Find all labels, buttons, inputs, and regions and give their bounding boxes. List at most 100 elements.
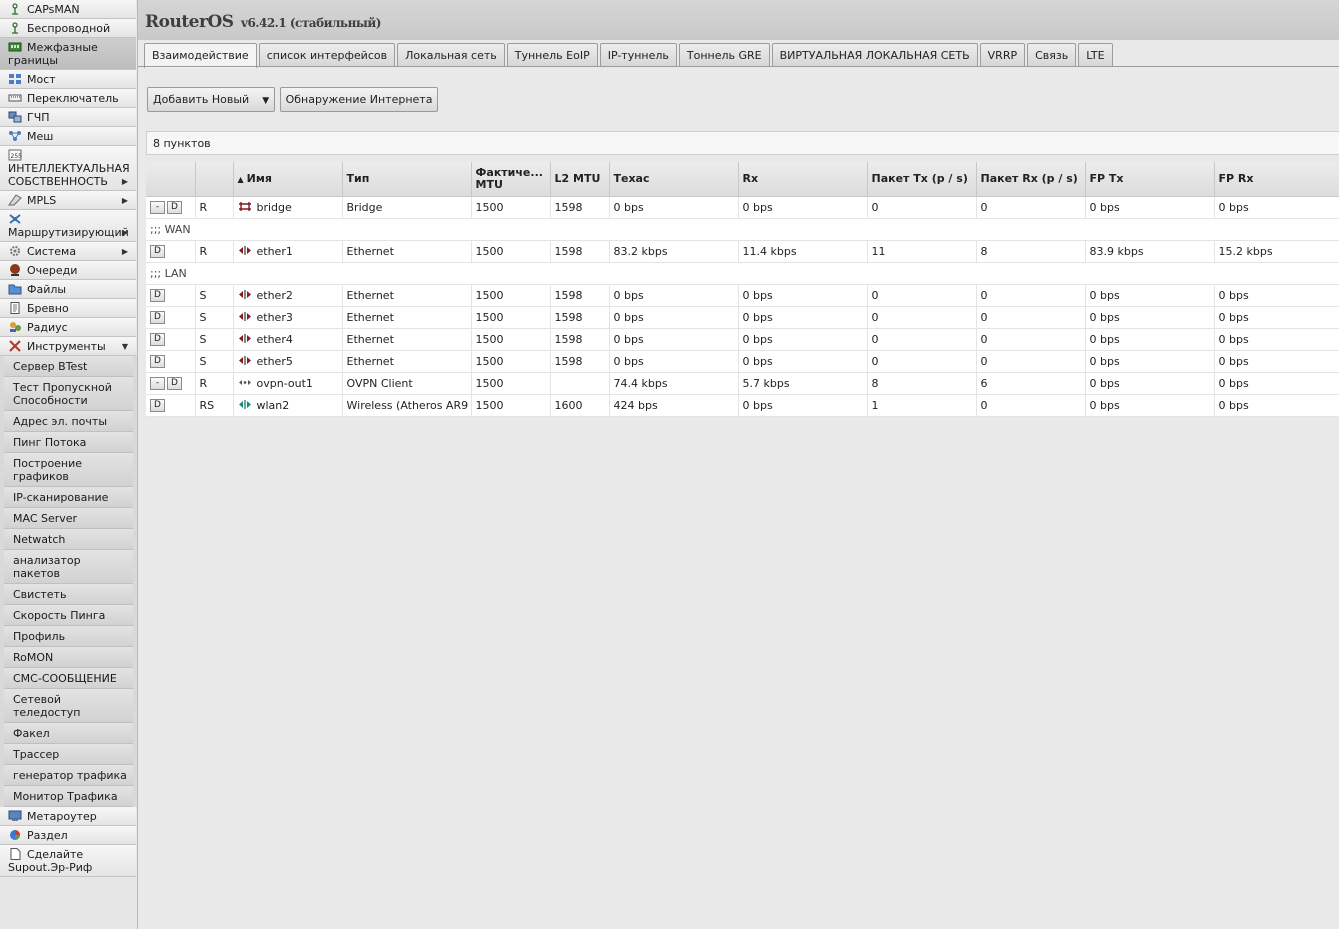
table-row[interactable]: - D Rovpn-out1 OVPN Client 1500 74.4 kbps 5.7 … (146, 372, 1339, 395)
tab-0[interactable]: Взаимодействие (144, 43, 257, 68)
column-header[interactable]: L2 MTU (550, 162, 610, 197)
disable-button[interactable]: - (150, 377, 165, 391)
column-header[interactable]: Пакет Rx (p / s) (976, 162, 1086, 197)
sidebar-item-13[interactable]: Бревно (0, 299, 136, 318)
tools-submenu-item[interactable]: Скорость Пинга (4, 605, 133, 626)
sidebar-item-label: MPLS (27, 194, 57, 207)
tools-submenu-item[interactable]: Трассер (4, 744, 133, 765)
tools-submenu-item[interactable]: Построение графиков (4, 453, 133, 487)
table-row[interactable]: D Rether1 Ethernet 1500 1598 83.2 kbps 11.4 kb… (146, 240, 1339, 263)
name-cell[interactable]: ovpn-out1 (233, 372, 343, 395)
tools-submenu-item[interactable]: анализатор пакетов (4, 550, 133, 584)
expand-right-icon[interactable]: ▶ (122, 226, 128, 239)
name-cell[interactable]: ether2 (233, 284, 343, 307)
tools-submenu-item[interactable]: генератор трафика (4, 765, 133, 786)
tools-submenu-item[interactable]: Тест Пропускной Способности (4, 377, 133, 411)
interfaces-table: ▲ Имя Тип Фактиче... MTU L2 MTU Техас Rx Пакет … (146, 162, 1339, 417)
sidebar-item-15[interactable]: Инструменты ▼ (0, 337, 136, 356)
column-header[interactable]: FP Tx (1085, 162, 1215, 197)
delete-button[interactable]: D (150, 355, 165, 369)
tools-submenu-item[interactable]: Сетевой теледоступ (4, 689, 133, 723)
expand-right-icon[interactable]: ▶ (122, 175, 128, 188)
tab-6[interactable]: ВИРТУАЛЬНАЯ ЛОКАЛЬНАЯ СЕТЬ (771, 43, 978, 67)
name-cell[interactable]: wlan2 (233, 394, 343, 417)
table-row[interactable]: D RS wlan2 Wireless (Atheros AR9 1500 1600 424… (146, 394, 1339, 417)
sidebar-bottom-item-0[interactable]: Метароутер (0, 807, 136, 826)
tools-submenu-item[interactable]: IP-сканирование (4, 487, 133, 508)
detect-internet-button[interactable]: Обнаружение Интернета (279, 87, 439, 112)
table-row[interactable]: D Sether5 Ethernet 1500 1598 0 bps 0 bps 0 0 0 bp… (146, 350, 1339, 373)
tab-3[interactable]: Туннель EoIP (506, 43, 598, 67)
tab-5[interactable]: Тоннель GRE (678, 43, 770, 67)
chevron-down-icon[interactable]: ▼ (262, 96, 269, 106)
delete-button[interactable]: D (150, 399, 165, 413)
sidebar-item-7[interactable]: 255 ИНТЕЛЛЕКТУАЛЬНАЯ СОБСТВЕННОСТЬ ▶ (0, 146, 136, 191)
table-row[interactable]: D Sether4 Ethernet 1500 1598 0 bps 0 bps 0 0 0 bp… (146, 328, 1339, 351)
column-header[interactable]: Фактиче... MTU (471, 162, 551, 197)
sidebar-item-11[interactable]: Очереди (0, 261, 136, 280)
expand-right-icon[interactable]: ▶ (122, 245, 128, 258)
sidebar-item-1[interactable]: Беспроводной (0, 19, 136, 38)
delete-button[interactable]: D (167, 201, 182, 215)
sidebar-item-3[interactable]: Мост (0, 70, 136, 89)
sidebar-item-8[interactable]: MPLS ▶ (0, 191, 136, 210)
column-header[interactable] (195, 162, 234, 197)
tools-submenu-item[interactable]: Профиль (4, 626, 133, 647)
column-header[interactable]: Тип (342, 162, 472, 197)
delete-button[interactable]: D (150, 333, 165, 347)
name-cell[interactable]: ether3 (233, 306, 343, 329)
delete-button[interactable]: D (150, 289, 165, 303)
name-cell[interactable]: bridge (233, 196, 343, 219)
sidebar-item-6[interactable]: Меш (0, 127, 136, 146)
sidebar-item-2[interactable]: Межфазные границы (0, 38, 136, 70)
tab-7[interactable]: VRRP (979, 43, 1026, 67)
sidebar-item-5[interactable]: ГЧП (0, 108, 136, 127)
tx-cell: 0 bps (609, 306, 739, 329)
sidebar-item-4[interactable]: Переключатель (0, 89, 136, 108)
name-cell[interactable]: ether1 (233, 240, 343, 263)
sidebar-bottom-item-1[interactable]: Раздел (0, 826, 136, 845)
tools-submenu-item[interactable]: RoMON (4, 647, 133, 668)
sidebar-item-14[interactable]: Радиус (0, 318, 136, 337)
column-header[interactable]: Rx (738, 162, 868, 197)
tab-8[interactable]: Связь (1027, 43, 1077, 67)
table-row[interactable]: D Sether3 Ethernet 1500 1598 0 bps 0 bps 0 0 0 bp… (146, 306, 1339, 329)
sidebar-bottom-item-2[interactable]: Сделайте Supout.Эр-Риф (0, 845, 136, 877)
ptx-cell: 8 (867, 372, 977, 395)
sidebar-item-10[interactable]: Система ▶ (0, 242, 136, 261)
tools-submenu-item[interactable]: Пинг Потока (4, 432, 133, 453)
table-row[interactable]: - D Rbridge Bridge 1500 1598 0 bps 0 bps 0 0 0 bps… (146, 196, 1339, 219)
expand-right-icon[interactable]: ▶ (122, 194, 128, 207)
tools-submenu-item[interactable]: Сервер BTest (4, 356, 133, 377)
disable-button[interactable]: - (150, 201, 165, 215)
column-header[interactable]: ▲ Имя (233, 162, 343, 197)
tools-submenu-item[interactable]: Адрес эл. почты (4, 411, 133, 432)
tab-2[interactable]: Локальная сеть (397, 43, 505, 67)
delete-button[interactable]: D (150, 245, 165, 259)
expand-down-icon[interactable]: ▼ (122, 340, 128, 353)
tab-9[interactable]: LTE (1078, 43, 1113, 67)
delete-button[interactable]: D (167, 377, 182, 391)
add-new-button[interactable]: Добавить Новый ▼ (147, 87, 276, 112)
table-row[interactable]: D Sether2 Ethernet 1500 1598 0 bps 0 bps 0 0 0 bp… (146, 284, 1339, 307)
column-header[interactable]: FP Rx (1214, 162, 1339, 197)
tools-submenu-item[interactable]: СМС-СООБЩЕНИЕ (4, 668, 133, 689)
column-header[interactable]: Пакет Tx (p / s) (867, 162, 977, 197)
ptx-cell: 0 (867, 350, 977, 373)
tools-submenu-item[interactable]: Монитор Трафика (4, 786, 133, 807)
column-header[interactable] (146, 162, 196, 197)
tools-submenu-item[interactable]: Netwatch (4, 529, 133, 550)
delete-button[interactable]: D (150, 311, 165, 325)
tools-submenu-item[interactable]: MAC Server (4, 508, 133, 529)
name-cell[interactable]: ether4 (233, 328, 343, 351)
tools-submenu-item[interactable]: Свистеть (4, 584, 133, 605)
sidebar-item-0[interactable]: CAPsMAN (0, 0, 136, 19)
tx-cell: 0 bps (609, 350, 739, 373)
tools-submenu-item[interactable]: Факел (4, 723, 133, 744)
tab-1[interactable]: список интерфейсов (258, 43, 396, 67)
sidebar-item-12[interactable]: Файлы (0, 280, 136, 299)
tab-4[interactable]: IP-туннель (599, 43, 677, 67)
sidebar-item-9[interactable]: Маршрутизирующий ▶ (0, 210, 136, 242)
column-header[interactable]: Техас (609, 162, 739, 197)
name-cell[interactable]: ether5 (233, 350, 343, 373)
